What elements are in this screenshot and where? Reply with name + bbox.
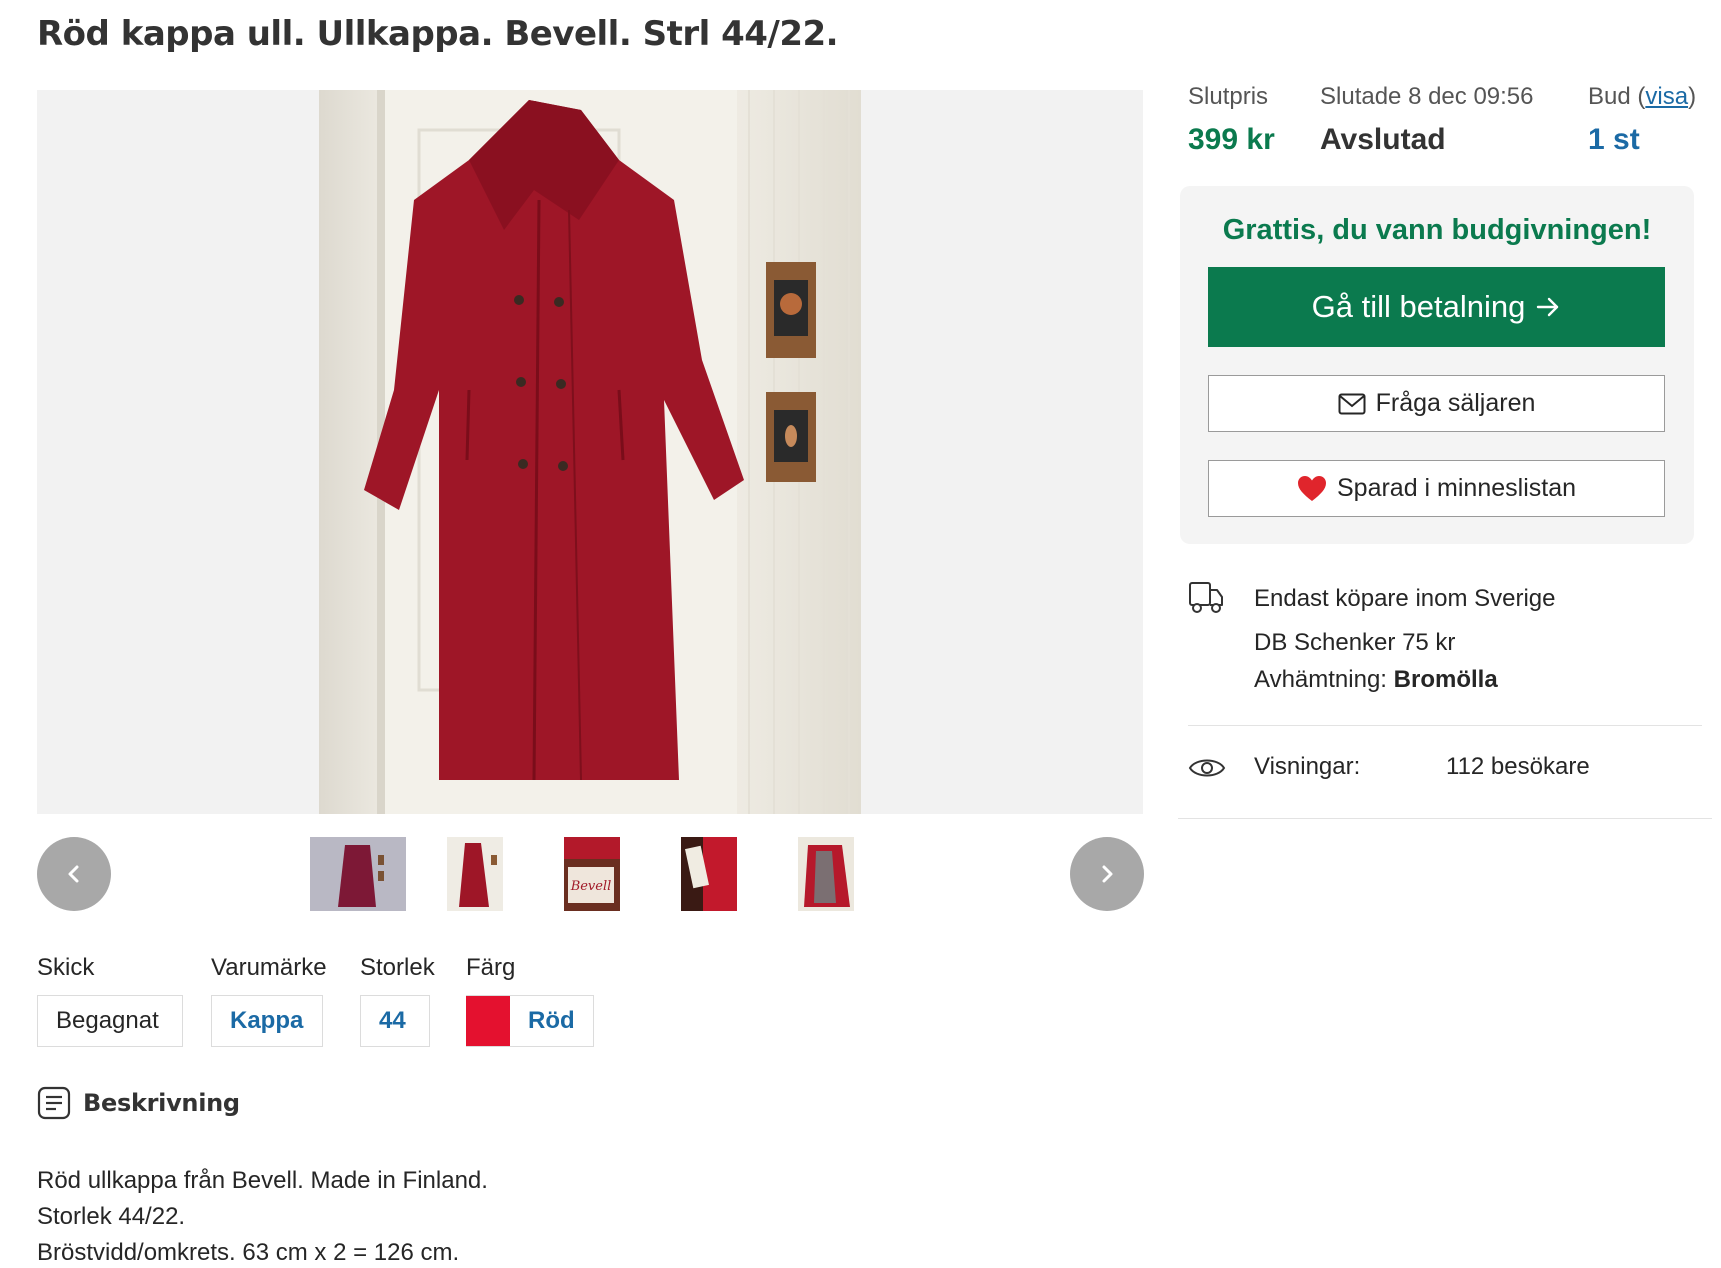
- size-label: Storlek: [360, 954, 435, 981]
- chevron-right-icon: [1102, 865, 1113, 883]
- description-line: Bröstvidd/omkrets. 63 cm x 2 = 126 cm.: [37, 1239, 460, 1266]
- thumbnail-5[interactable]: [798, 837, 854, 911]
- bids-label-text: Bud: [1588, 83, 1631, 110]
- color-label: Färg: [466, 954, 516, 981]
- brand-tag[interactable]: Kappa: [211, 995, 323, 1047]
- size-tag[interactable]: 44: [360, 995, 430, 1047]
- bids-label: Bud (visa): [1588, 83, 1697, 110]
- listing-title: Röd kappa ull. Ullkappa. Bevell. Strl 44…: [37, 14, 839, 54]
- payment-button-label: Gå till betalning: [1311, 289, 1526, 324]
- svg-text:Bevell: Bevell: [570, 879, 612, 894]
- condition-value: Begagnat: [37, 995, 183, 1047]
- thumbnail-3[interactable]: Bevell: [564, 837, 620, 911]
- color-link[interactable]: Röd: [528, 1007, 575, 1035]
- winner-card: Grattis, du vann budgivningen! Gå till b…: [1180, 186, 1694, 544]
- shipping-carrier: DB Schenker 75 kr: [1254, 629, 1456, 656]
- ask-seller-label: Fråga säljaren: [1375, 389, 1536, 417]
- pickup-location: Bromölla: [1393, 666, 1498, 693]
- color-swatch: [466, 996, 510, 1046]
- final-price: 399 kr: [1188, 123, 1275, 156]
- thumbnail-image: Bevell: [564, 837, 620, 911]
- description-heading: Beskrivning: [83, 1089, 240, 1117]
- thumbnail-1[interactable]: [310, 837, 406, 911]
- ended-label: Slutade 8 dec 09:56: [1320, 83, 1534, 110]
- thumbnail-2[interactable]: [447, 837, 503, 911]
- divider: [1188, 725, 1702, 726]
- thumbnail-image: [798, 837, 854, 911]
- size-link[interactable]: 44: [379, 1007, 406, 1035]
- condition-label: Skick: [37, 954, 95, 981]
- views-count: 112 besökare: [1446, 753, 1590, 780]
- description-line: Storlek 44/22.: [37, 1203, 186, 1230]
- gallery-next-button[interactable]: [1070, 837, 1144, 911]
- views-label: Visningar:: [1254, 753, 1361, 780]
- document-icon: [37, 1086, 71, 1120]
- thumbnail-image: [310, 837, 406, 911]
- gallery-prev-button[interactable]: [37, 837, 111, 911]
- coat-photo: [319, 90, 861, 814]
- brand-label: Varumärke: [211, 954, 327, 981]
- saved-label: Sparad i minneslistan: [1336, 474, 1576, 502]
- eye-icon: [1188, 759, 1226, 777]
- ask-seller-button[interactable]: Fråga säljaren: [1208, 375, 1665, 432]
- saved-to-watchlist-button[interactable]: Sparad i minneslistan: [1208, 460, 1665, 517]
- auction-status: Avslutad: [1320, 123, 1446, 156]
- bids-count: 1 st: [1588, 123, 1640, 156]
- final-price-label: Slutpris: [1188, 83, 1269, 110]
- condition-text: Begagnat: [56, 1007, 159, 1034]
- mail-icon: [1338, 393, 1366, 414]
- thumbnail-image: [447, 837, 503, 911]
- pickup-info: Avhämtning: Bromölla: [1254, 666, 1498, 694]
- color-tag[interactable]: Röd: [466, 995, 594, 1047]
- description-line: Röd ullkappa från Bevell. Made in Finlan…: [37, 1167, 488, 1194]
- heart-icon: [1297, 476, 1326, 501]
- arrow-right-icon: [1537, 297, 1559, 317]
- go-to-payment-button[interactable]: Gå till betalning: [1208, 267, 1665, 347]
- main-image-viewer[interactable]: [37, 90, 1143, 814]
- show-bids-link[interactable]: visa: [1645, 83, 1688, 110]
- brand-link[interactable]: Kappa: [230, 1007, 303, 1035]
- description-header: Beskrivning: [37, 1086, 240, 1120]
- divider: [1178, 818, 1712, 819]
- thumbnail-4[interactable]: [681, 837, 737, 911]
- winner-message: Grattis, du vann budgivningen!: [1222, 214, 1652, 246]
- thumbnail-image: [681, 837, 737, 911]
- pickup-label: Avhämtning:: [1254, 666, 1387, 693]
- chevron-left-icon: [68, 865, 79, 883]
- truck-icon: [1189, 582, 1223, 613]
- shipping-restriction: Endast köpare inom Sverige: [1254, 585, 1556, 612]
